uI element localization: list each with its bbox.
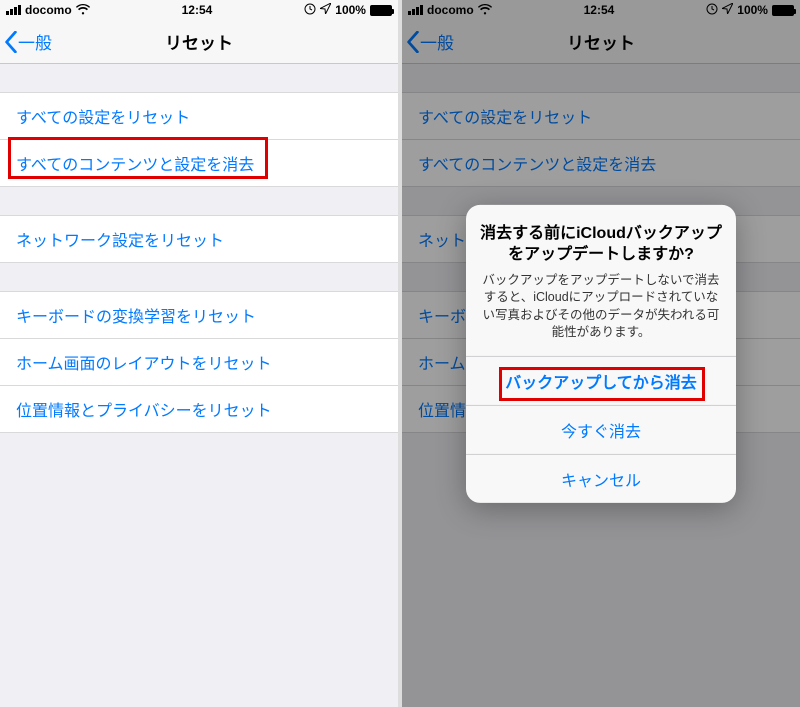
group-2: ネットワーク設定をリセット: [0, 215, 398, 263]
nav-bar: 一般 リセット: [0, 20, 398, 64]
signal-icon: [6, 5, 21, 15]
battery-icon: [370, 5, 392, 16]
group-3: キーボードの変換学習をリセット ホーム画面のレイアウトをリセット 位置情報とプラ…: [0, 291, 398, 433]
back-button[interactable]: 一般: [0, 29, 52, 54]
cell-reset-location-privacy[interactable]: 位置情報とプライバシーをリセット: [0, 385, 398, 432]
group-1: すべての設定をリセット すべてのコンテンツと設定を消去: [0, 92, 398, 187]
location-icon: [320, 3, 331, 17]
page-title: リセット: [0, 29, 398, 54]
alert-button-cancel[interactable]: キャンセル: [466, 454, 736, 503]
alert-button-erase-now[interactable]: 今すぐ消去: [466, 405, 736, 454]
alert-title: 消去する前にiCloudバックアップをアップデートしますか?: [480, 222, 722, 265]
chevron-left-icon: [4, 31, 18, 53]
rotation-lock-icon: [304, 3, 316, 18]
cell-reset-home-layout[interactable]: ホーム画面のレイアウトをリセット: [0, 338, 398, 385]
cell-reset-network[interactable]: ネットワーク設定をリセット: [0, 216, 398, 262]
screen-right: docomo 12:54 100% 一般 リセット すべての設定をリセット すべ…: [402, 0, 800, 707]
status-bar: docomo 12:54 100%: [0, 0, 398, 20]
battery-pct: 100%: [335, 3, 366, 17]
carrier-label: docomo: [25, 3, 72, 17]
cell-reset-keyboard[interactable]: キーボードの変換学習をリセット: [0, 292, 398, 338]
icloud-backup-alert: 消去する前にiCloudバックアップをアップデートしますか? バックアップをアッ…: [466, 204, 736, 502]
screen-left: docomo 12:54 100% 一般 リセット すべての設定をリセット すべ…: [0, 0, 398, 707]
alert-button-backup-then-erase[interactable]: バックアップしてから消去: [466, 356, 736, 405]
cell-erase-all-content[interactable]: すべてのコンテンツと設定を消去: [0, 139, 398, 186]
cell-reset-all-settings[interactable]: すべての設定をリセット: [0, 93, 398, 139]
wifi-icon: [76, 4, 90, 17]
alert-message: バックアップをアップデートしないで消去すると、iCloudにアップロードされてい…: [480, 272, 722, 342]
clock: 12:54: [182, 3, 213, 17]
back-label: 一般: [18, 29, 52, 54]
